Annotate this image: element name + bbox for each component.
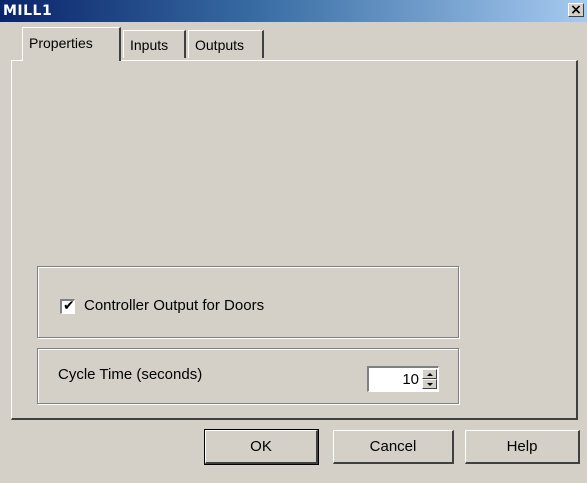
arrow-up-icon <box>427 373 433 376</box>
spinner-buttons <box>422 369 437 389</box>
tab-properties-label: Properties <box>29 34 93 51</box>
help-button-label: Help <box>506 438 538 455</box>
title-bar[interactable]: MILL1 × <box>0 0 587 22</box>
spin-up-button[interactable] <box>422 369 437 379</box>
cancel-button[interactable]: Cancel <box>333 430 454 464</box>
tab-outputs-label: Outputs <box>195 36 245 53</box>
checkmark-icon: ✔ <box>63 298 75 314</box>
controller-output-checkbox[interactable]: ✔ <box>60 299 75 314</box>
arrow-down-icon <box>427 383 433 386</box>
ok-button[interactable]: OK <box>204 429 319 465</box>
help-button[interactable]: Help <box>465 430 580 464</box>
close-button[interactable]: × <box>568 3 584 17</box>
tab-properties[interactable]: Properties <box>22 27 121 61</box>
tab-inputs-label: Inputs <box>130 36 169 53</box>
cycle-time-input[interactable]: 10 <box>402 371 419 388</box>
close-icon: × <box>570 2 582 18</box>
cancel-button-label: Cancel <box>369 438 417 455</box>
controller-output-label: Controller Output for Doors <box>84 297 265 314</box>
spin-down-button[interactable] <box>422 379 437 389</box>
ok-button-label: OK <box>250 438 272 455</box>
tab-inputs[interactable]: Inputs <box>123 30 186 58</box>
cycle-time-label: Cycle Time (seconds) <box>58 366 203 383</box>
window-title: MILL1 <box>3 3 53 19</box>
tab-outputs[interactable]: Outputs <box>188 30 264 58</box>
cycle-time-spinner[interactable]: 10 <box>367 366 439 392</box>
